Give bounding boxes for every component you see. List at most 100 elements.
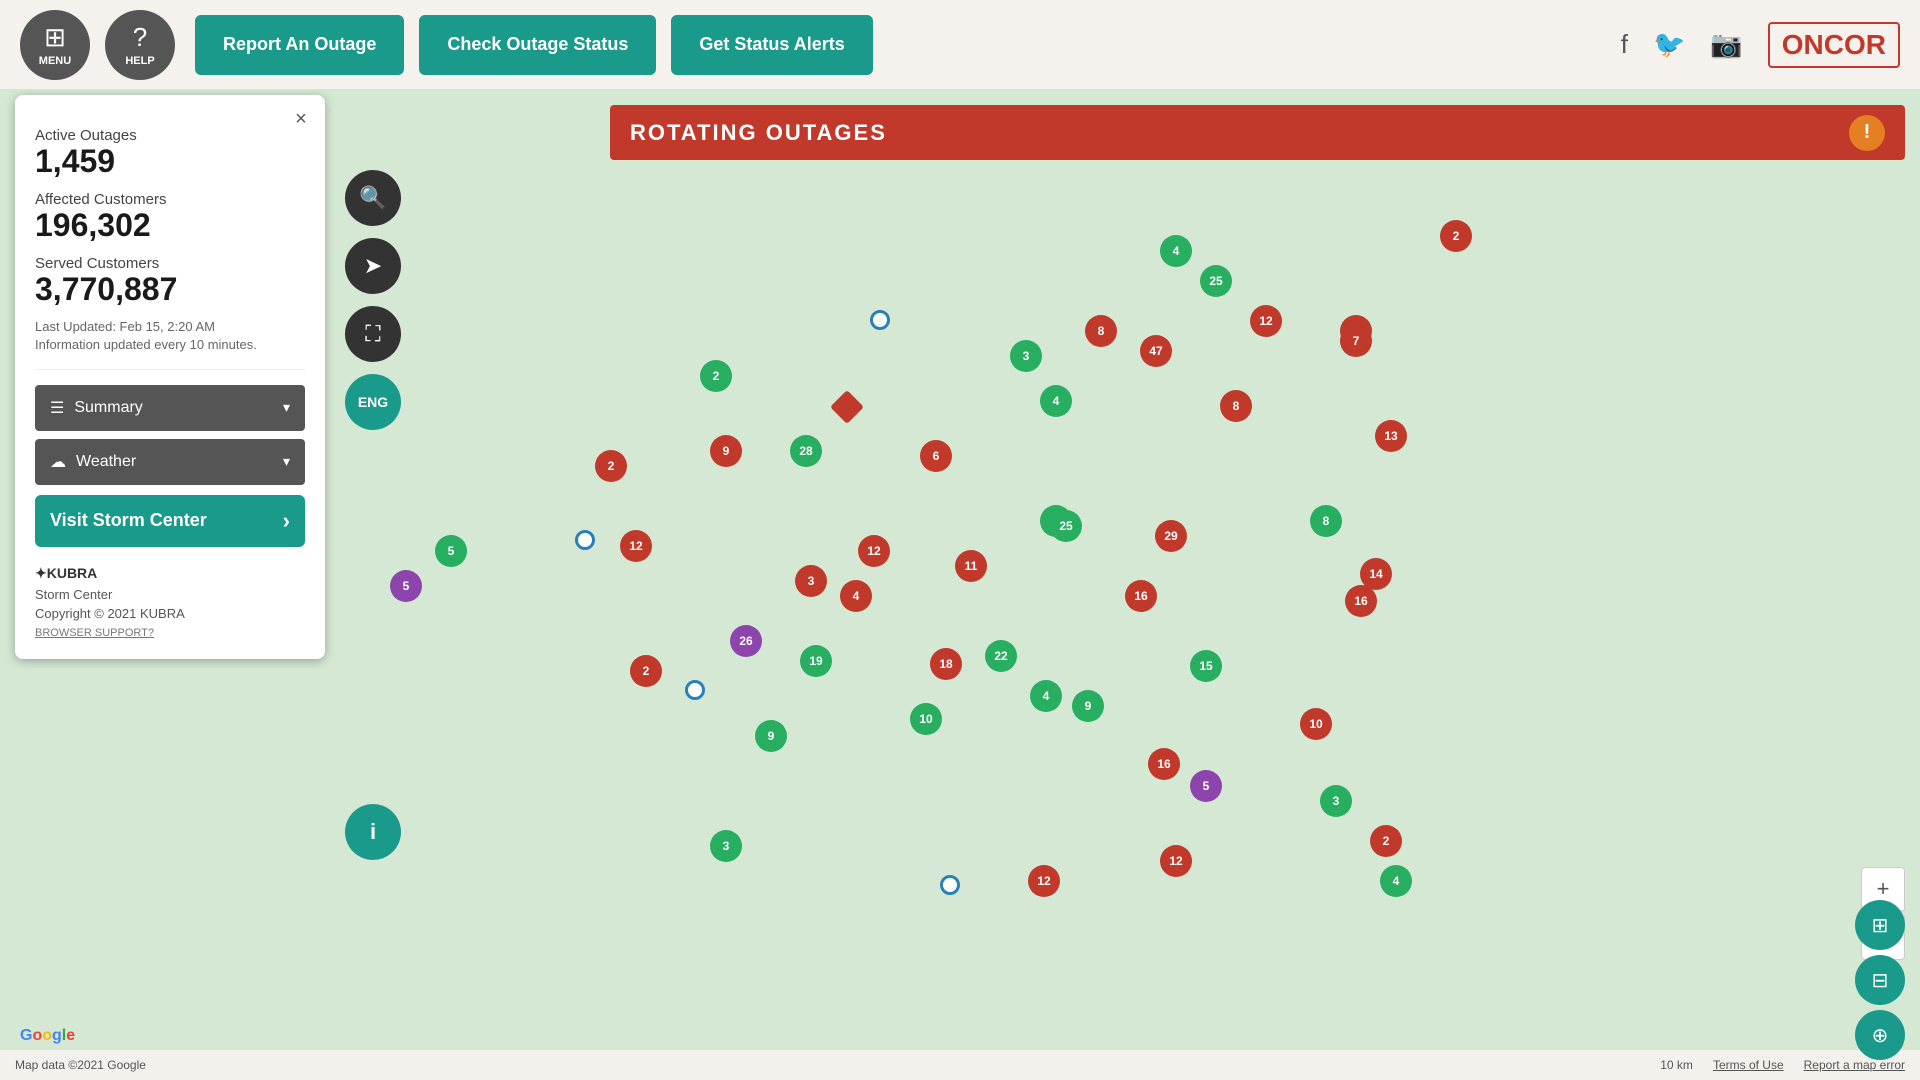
outage-marker[interactable]: 9 bbox=[710, 435, 742, 467]
outage-marker[interactable]: 19 bbox=[800, 645, 832, 677]
help-button[interactable]: ? HELP bbox=[105, 10, 175, 80]
header-center: Report An Outage Check Outage Status Get… bbox=[195, 15, 873, 75]
outage-marker[interactable]: 12 bbox=[1028, 865, 1060, 897]
outage-marker[interactable]: 4 bbox=[1380, 865, 1412, 897]
outage-marker[interactable]: 5 bbox=[390, 570, 422, 602]
help-icon: ? bbox=[133, 22, 147, 53]
outage-marker[interactable]: 2 bbox=[595, 450, 627, 482]
search-map-button[interactable]: 🔍 bbox=[345, 170, 401, 226]
location-marker[interactable] bbox=[575, 530, 595, 550]
grid-icon: ⊞ bbox=[44, 22, 66, 53]
outage-marker[interactable]: 12 bbox=[620, 530, 652, 562]
outage-marker[interactable]: 16 bbox=[1345, 585, 1377, 617]
header-right: f 🐦 📷 ONCOR bbox=[1621, 22, 1900, 68]
kubra-logo: ✦KUBRA bbox=[35, 562, 305, 583]
weather-toggle-button[interactable]: ☁ Weather ▾ bbox=[35, 439, 305, 485]
served-customers-value: 3,770,887 bbox=[35, 272, 305, 307]
globe-icon: ⊕ bbox=[1872, 1023, 1889, 1048]
map-controls-left: 🔍 ➤ ⛶ ENG bbox=[345, 170, 401, 430]
outage-marker[interactable]: 4 bbox=[1160, 235, 1192, 267]
outage-marker[interactable]: 5 bbox=[435, 535, 467, 567]
outage-marker[interactable]: 7 bbox=[1340, 325, 1372, 357]
map-type-button[interactable]: ⊟ bbox=[1855, 955, 1905, 1005]
oncor-logo: ONCOR bbox=[1768, 22, 1900, 68]
menu-button[interactable]: ⊞ MENU bbox=[20, 10, 90, 80]
outage-marker[interactable]: 9 bbox=[755, 720, 787, 752]
outage-marker[interactable]: 10 bbox=[910, 703, 942, 735]
location-marker[interactable] bbox=[940, 875, 960, 895]
instagram-icon[interactable]: 📷 bbox=[1710, 29, 1742, 60]
outage-marker[interactable]: 16 bbox=[1148, 748, 1180, 780]
map-scale: 10 km bbox=[1660, 1058, 1693, 1072]
outage-marker[interactable]: 9 bbox=[1072, 690, 1104, 722]
outage-marker[interactable]: 11 bbox=[955, 550, 987, 582]
sidebar-divider bbox=[35, 369, 305, 370]
outage-marker[interactable]: 2 bbox=[1440, 220, 1472, 252]
outage-marker[interactable]: 18 bbox=[930, 648, 962, 680]
outage-marker[interactable]: 3 bbox=[1320, 785, 1352, 817]
storm-center-label: Storm Center bbox=[35, 587, 305, 602]
outage-marker[interactable]: 8 bbox=[1220, 390, 1252, 422]
outage-marker[interactable]: 26 bbox=[730, 625, 762, 657]
outage-marker[interactable]: 2 bbox=[1370, 825, 1402, 857]
twitter-icon[interactable]: 🐦 bbox=[1653, 29, 1685, 60]
outage-marker[interactable]: 10 bbox=[1300, 708, 1332, 740]
location-button[interactable]: ➤ bbox=[345, 238, 401, 294]
sidebar-close-button[interactable]: × bbox=[287, 105, 315, 133]
outage-marker[interactable]: 8 bbox=[1085, 315, 1117, 347]
outage-marker[interactable]: 28 bbox=[790, 435, 822, 467]
layers-button[interactable]: ⊞ bbox=[1855, 900, 1905, 950]
outage-marker[interactable]: 3 bbox=[710, 830, 742, 862]
get-alerts-button[interactable]: Get Status Alerts bbox=[671, 15, 872, 75]
fullscreen-icon: ⛶ bbox=[365, 321, 380, 347]
map-layer-controls: ⊞ ⊟ ⊕ bbox=[1855, 900, 1905, 1060]
outage-marker[interactable]: 15 bbox=[1190, 650, 1222, 682]
outage-marker[interactable]: 12 bbox=[858, 535, 890, 567]
location-marker[interactable] bbox=[870, 310, 890, 330]
terms-link[interactable]: Terms of Use bbox=[1713, 1058, 1784, 1072]
outage-marker[interactable]: 13 bbox=[1375, 420, 1407, 452]
visit-storm-center-button[interactable]: Visit Storm Center › bbox=[35, 495, 305, 547]
outage-marker[interactable]: 16 bbox=[1125, 580, 1157, 612]
info-button[interactable]: i bbox=[345, 804, 401, 860]
rotating-banner-alert-icon: ! bbox=[1849, 115, 1885, 151]
map-footer: Map data ©2021 Google 10 km Terms of Use… bbox=[0, 1050, 1920, 1080]
facebook-icon[interactable]: f bbox=[1621, 29, 1628, 60]
report-outage-button[interactable]: Report An Outage bbox=[195, 15, 404, 75]
outage-marker[interactable]: 12 bbox=[1250, 305, 1282, 337]
outage-marker[interactable]: 3 bbox=[795, 565, 827, 597]
language-button[interactable]: ENG bbox=[345, 374, 401, 430]
outage-marker[interactable]: 2 bbox=[630, 655, 662, 687]
affected-customers-section: Affected Customers 196,302 bbox=[35, 191, 305, 243]
outage-marker[interactable]: 2 bbox=[700, 360, 732, 392]
outage-marker[interactable]: 22 bbox=[985, 640, 1017, 672]
copyright-text: Copyright © 2021 KUBRA bbox=[35, 606, 305, 621]
visit-storm-arrow-icon: › bbox=[283, 508, 290, 534]
info-icon: i bbox=[370, 819, 376, 845]
outage-marker[interactable]: 12 bbox=[1160, 845, 1192, 877]
sidebar-panel: × Active Outages 1,459 Affected Customer… bbox=[15, 95, 325, 659]
outage-marker[interactable]: 4 bbox=[840, 580, 872, 612]
globe-button[interactable]: ⊕ bbox=[1855, 1010, 1905, 1060]
outage-marker[interactable]: 4 bbox=[1030, 680, 1062, 712]
location-marker[interactable] bbox=[685, 680, 705, 700]
summary-toggle-button[interactable]: ☰ Summary ▾ bbox=[35, 385, 305, 431]
outage-marker[interactable]: 5 bbox=[1190, 770, 1222, 802]
fullscreen-button[interactable]: ⛶ bbox=[345, 306, 401, 362]
outage-marker[interactable]: 4 bbox=[1040, 385, 1072, 417]
weather-arrow-icon: ▾ bbox=[283, 453, 290, 470]
browser-support-link[interactable]: BROWSER SUPPORT? bbox=[35, 627, 305, 639]
outage-marker[interactable]: 6 bbox=[920, 440, 952, 472]
report-error-link[interactable]: Report a map error bbox=[1804, 1058, 1905, 1072]
outage-marker[interactable]: 8 bbox=[1310, 505, 1342, 537]
outage-marker[interactable]: 47 bbox=[1140, 335, 1172, 367]
affected-customers-value: 196,302 bbox=[35, 208, 305, 243]
outage-marker[interactable]: 25 bbox=[1050, 510, 1082, 542]
outage-marker[interactable]: 29 bbox=[1155, 520, 1187, 552]
check-status-button[interactable]: Check Outage Status bbox=[419, 15, 656, 75]
weather-label: Weather bbox=[76, 453, 273, 471]
outage-marker[interactable]: 3 bbox=[1010, 340, 1042, 372]
outage-marker[interactable]: 25 bbox=[1200, 265, 1232, 297]
language-label: ENG bbox=[358, 394, 388, 410]
active-outages-value: 1,459 bbox=[35, 144, 305, 179]
